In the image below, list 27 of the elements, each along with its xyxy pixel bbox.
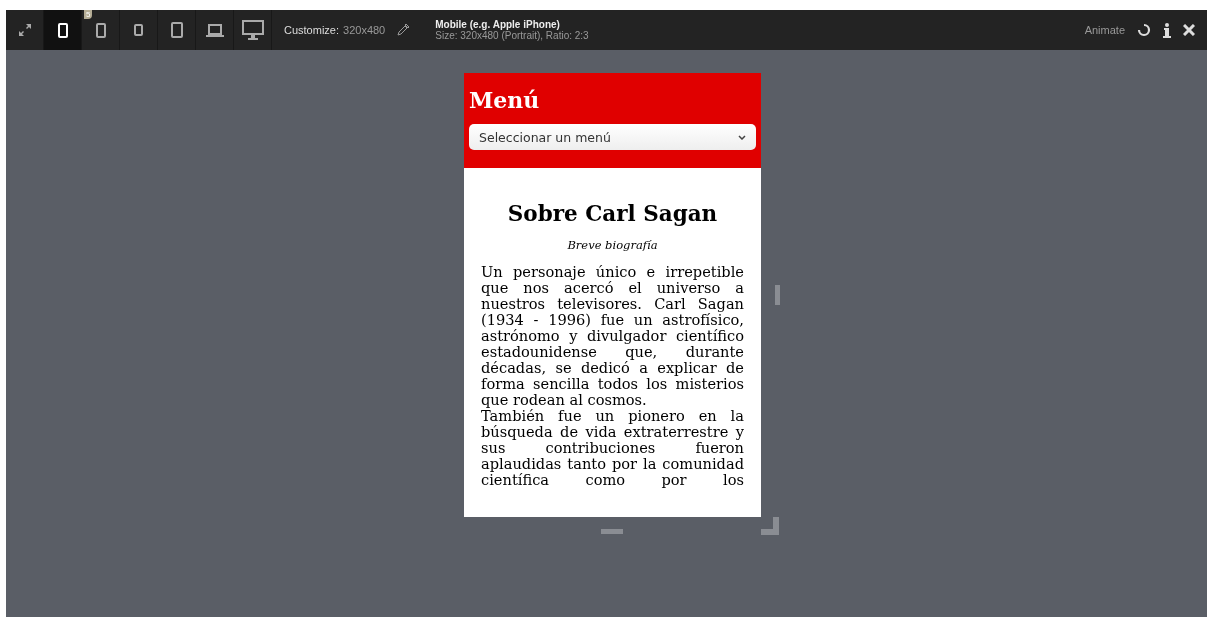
pencil-icon[interactable] (397, 24, 410, 36)
menu-title: Menú (469, 87, 541, 113)
tablet-icon (170, 22, 183, 38)
paragraph: Un personaje único e irrepetible que nos acercó el universo a nuestros televisores. Carl Sagan (1934 - 1996) fue un astrofísico, astrónomo y divulgador científico estadounidense que, durante décadas, se dedicó a explicar de forma sencilla todos los misterios que rodean al cosmos. (481, 264, 744, 408)
size-value: 320x480 (343, 24, 386, 36)
tablet-icon (134, 24, 143, 36)
phone-icon (95, 22, 106, 38)
page-heading: Sobre Carl Sagan (506, 201, 719, 226)
monitor-icon (241, 20, 264, 40)
animate-toggle[interactable]: Animate (1084, 24, 1125, 36)
close-icon[interactable] (1183, 24, 1195, 36)
device-button[interactable] (44, 10, 82, 50)
info-icon[interactable] (1163, 22, 1171, 38)
expand-icon (17, 23, 32, 37)
rotate-icon[interactable] (1137, 23, 1151, 37)
resize-handle[interactable] (601, 529, 623, 534)
paragraph: También fue un pionero en la búsqueda de vida extraterrestre y sus contribuciones fueron aplaudidas tanto por la comunidad científica como por los (481, 408, 744, 488)
laptop-icon (205, 23, 224, 37)
phone-icon (57, 22, 68, 38)
menu-select[interactable]: Seleccionar un menú (469, 124, 756, 150)
chevron-icon (738, 134, 746, 140)
customize-label: Customize: (284, 24, 340, 36)
count-badge: 5 (84, 10, 93, 19)
resize-handle[interactable] (775, 285, 780, 305)
device-title: Mobile (e.g. Apple iPhone) (435, 19, 561, 30)
subtitle: Breve biografía (566, 238, 659, 252)
device-info: Size: 320x480 (Portrait), Ratio: 2:3 (435, 30, 589, 41)
